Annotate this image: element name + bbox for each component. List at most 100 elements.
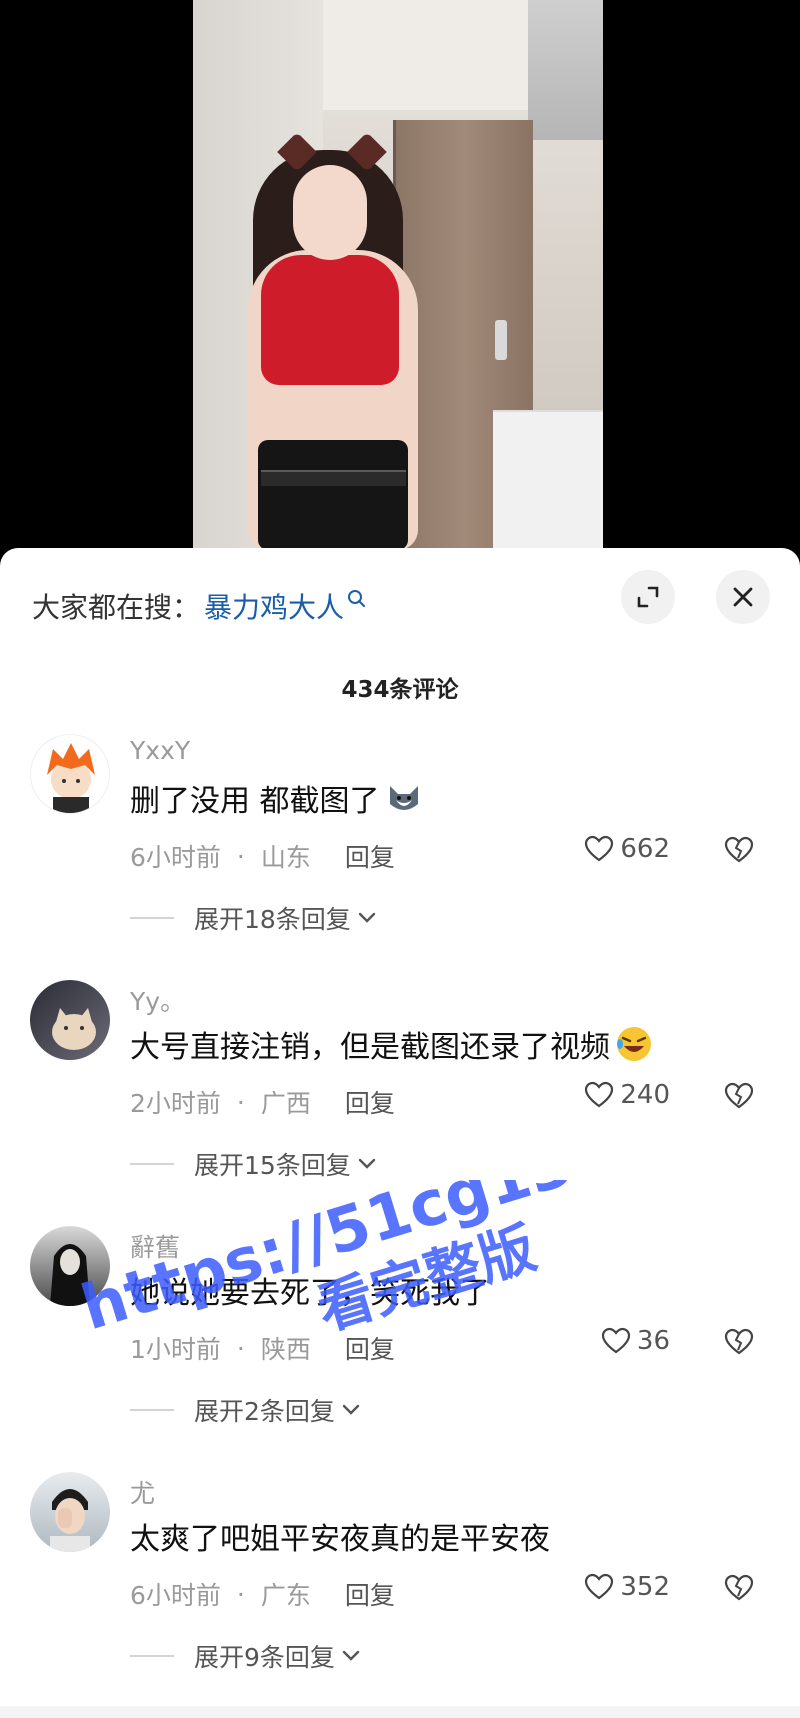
like-button[interactable]: 662	[584, 834, 670, 864]
expand-replies-label: 展开18条回复	[194, 905, 351, 934]
anime-boy-avatar-icon	[47, 743, 95, 813]
meta-separator: ·	[236, 1333, 245, 1363]
comment-meta: 6小时前 · 广东 回复	[130, 1576, 395, 1612]
comment-location: 广西	[260, 1089, 311, 1118]
broken-heart-icon	[724, 1082, 754, 1109]
video-ceiling	[323, 0, 528, 110]
expand-replies-label: 展开2条回复	[194, 1397, 335, 1426]
search-prefix: 大家都在搜：	[32, 591, 201, 624]
video-cabinet	[528, 0, 603, 140]
search-suggestion[interactable]: 大家都在搜： 暴力鸡大人	[32, 586, 366, 626]
comment-username[interactable]: YxxY	[130, 736, 190, 765]
comment-time: 1小时前	[130, 1335, 221, 1364]
comment-location: 广东	[260, 1581, 311, 1610]
avatar[interactable]	[30, 980, 110, 1060]
husky-dog-emoji-icon	[389, 786, 418, 810]
expand-replies-label: 展开9条回复	[194, 1643, 335, 1672]
expand-divider	[130, 1655, 174, 1657]
comment-location: 陕西	[260, 1335, 311, 1364]
like-button[interactable]: 352	[584, 1572, 670, 1602]
comment-sheet: 大家都在搜： 暴力鸡大人 434条评论 YxxY 删了没用 都截图了 6小时前 …	[0, 548, 800, 1718]
comment-time: 6小时前	[130, 1581, 221, 1610]
comment-meta: 6小时前 · 山东 回复	[130, 838, 395, 874]
comment-text: 删了没用 都截图了	[130, 776, 424, 820]
comment-meta: 2小时前 · 广西 回复	[130, 1084, 395, 1120]
expand-replies-button[interactable]: 展开15条回复	[130, 1146, 377, 1182]
comment-username[interactable]: Yy。	[130, 982, 185, 1018]
rolling-laughing-emoji-icon	[617, 1027, 651, 1061]
broken-heart-icon	[724, 1574, 754, 1601]
chevron-down-icon	[358, 1158, 376, 1169]
comment-text-body: 大号直接注销，但是截图还录了视频	[130, 1030, 610, 1065]
video-player[interactable]	[0, 0, 800, 560]
fullscreen-button[interactable]	[621, 570, 675, 624]
comment-location: 山东	[260, 843, 311, 872]
chevron-down-icon	[342, 1404, 360, 1415]
comment-text: 她说她要去死了，笑死我了	[130, 1268, 490, 1312]
expand-replies-button[interactable]: 展开2条回复	[130, 1392, 361, 1428]
comment-text-body: 她说她要去死了，笑死我了	[130, 1276, 490, 1311]
avatar[interactable]	[30, 1226, 110, 1306]
comment-item: Yy。 大号直接注销，但是截图还录了视频 2小时前 · 广西 回复 240 展开…	[0, 980, 800, 1220]
comment-text: 大号直接注销，但是截图还录了视频	[130, 1022, 654, 1066]
avatar[interactable]	[30, 734, 110, 814]
like-count: 36	[636, 1326, 670, 1356]
broken-heart-icon	[724, 836, 754, 863]
expand-replies-button[interactable]: 展开18条回复	[130, 900, 377, 936]
reply-button[interactable]: 回复	[345, 1084, 395, 1120]
heart-icon	[601, 1327, 631, 1354]
heart-icon	[585, 835, 614, 862]
dislike-button[interactable]	[724, 1328, 754, 1360]
expand-divider	[130, 1163, 174, 1165]
like-button[interactable]: 36	[601, 1326, 670, 1356]
video-person-belt	[261, 470, 406, 486]
video-person-shorts	[258, 440, 408, 550]
comment-time: 2小时前	[130, 1089, 221, 1118]
expand-icon	[637, 586, 659, 608]
comment-text-body: 删了没用 都截图了	[130, 784, 380, 819]
meta-separator: ·	[236, 1579, 245, 1609]
comment-text-body: 太爽了吧姐平安夜真的是平安夜	[130, 1522, 550, 1557]
chevron-down-icon	[342, 1650, 360, 1661]
dislike-button[interactable]	[724, 836, 754, 868]
search-icon	[348, 590, 366, 607]
video-person-top	[261, 255, 399, 385]
expand-replies-button[interactable]: 展开9条回复	[130, 1638, 361, 1674]
close-icon	[733, 587, 753, 607]
person-hiding-face-avatar-icon	[50, 1489, 90, 1552]
dislike-button[interactable]	[724, 1574, 754, 1606]
cat-photo-avatar-icon	[52, 1008, 96, 1050]
video-door-handle	[495, 320, 507, 360]
like-count: 662	[620, 834, 670, 864]
expand-divider	[130, 917, 174, 919]
reply-button[interactable]: 回复	[345, 1576, 395, 1612]
comment-item: 辭舊 她说她要去死了，笑死我了 1小时前 · 陕西 回复 36 展开2条回复	[0, 1226, 800, 1466]
comment-username[interactable]: 尤	[130, 1474, 155, 1510]
comment-username[interactable]: 辭舊	[130, 1228, 180, 1264]
avatar[interactable]	[30, 1472, 110, 1552]
expand-replies-label: 展开15条回复	[194, 1151, 351, 1180]
video-person-face	[293, 165, 367, 260]
dislike-button[interactable]	[724, 1082, 754, 1114]
close-button[interactable]	[716, 570, 770, 624]
long-hair-figure-avatar-icon	[50, 1244, 90, 1306]
comment-time: 6小时前	[130, 843, 221, 872]
bottom-bar	[0, 1706, 800, 1718]
search-term-link[interactable]: 暴力鸡大人	[204, 586, 344, 626]
comment-meta: 1小时前 · 陕西 回复	[130, 1330, 395, 1366]
chevron-down-icon	[358, 912, 376, 923]
heart-icon	[585, 1573, 614, 1600]
video-counter	[493, 410, 603, 550]
like-button[interactable]: 240	[584, 1080, 670, 1110]
reply-button[interactable]: 回复	[345, 1330, 395, 1366]
expand-divider	[130, 1409, 174, 1411]
meta-separator: ·	[236, 841, 245, 871]
like-count: 352	[620, 1572, 670, 1602]
reply-button[interactable]: 回复	[345, 838, 395, 874]
heart-icon	[585, 1081, 614, 1108]
comment-item: 尤 太爽了吧姐平安夜真的是平安夜 6小时前 · 广东 回复 352 展开9条回复	[0, 1472, 800, 1712]
comment-text: 太爽了吧姐平安夜真的是平安夜	[130, 1514, 550, 1558]
meta-separator: ·	[236, 1087, 245, 1117]
comment-item: YxxY 删了没用 都截图了 6小时前 · 山东 回复 662 展开18条回复	[0, 734, 800, 974]
comment-count: 434条评论	[341, 677, 459, 703]
